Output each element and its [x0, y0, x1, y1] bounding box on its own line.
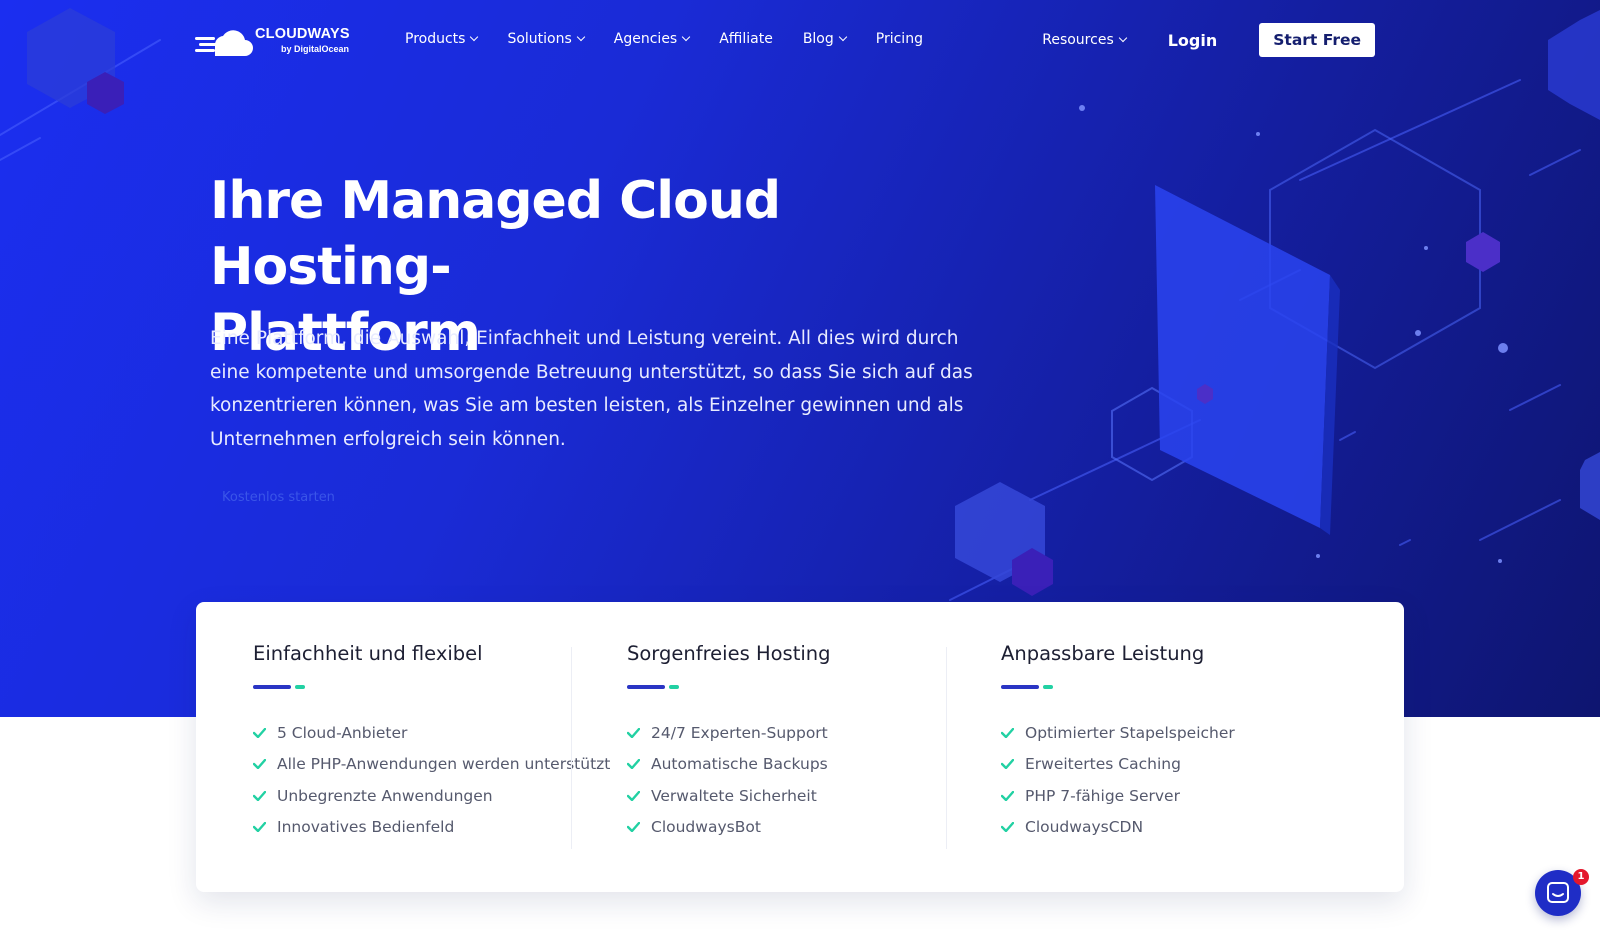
- title-accent: [1001, 685, 1341, 689]
- list-item: CloudwaysCDN: [1001, 812, 1341, 844]
- cloudways-logo[interactable]: CLOUDWAYS by DigitalOcean: [195, 24, 355, 60]
- column-divider: [571, 647, 572, 849]
- resources-menu[interactable]: Resources: [1042, 32, 1127, 48]
- logo-byline: by DigitalOcean: [281, 44, 350, 54]
- top-navigation: CLOUDWAYS by DigitalOcean Products Solut…: [0, 0, 1600, 82]
- nav-item-label: Products: [405, 31, 466, 47]
- hero-subtext: Eine Plattform, die Auswahl, Einfachheit…: [210, 328, 973, 450]
- nav-item-agencies[interactable]: Agencies: [613, 31, 691, 47]
- list-item: CloudwaysBot: [627, 812, 967, 844]
- feature-text: Optimierter Stapelspeicher: [1025, 723, 1235, 742]
- chevron-down-icon: [681, 32, 691, 42]
- feature-text: Erweitertes Caching: [1025, 755, 1181, 774]
- feature-title: Einfachheit und flexibel: [253, 642, 483, 665]
- feature-column-simplicity: Einfachheit und flexibel 5 Cloud-Anbiete…: [253, 642, 610, 844]
- checkmark-icon: [1001, 790, 1014, 801]
- resources-label: Resources: [1042, 32, 1114, 48]
- feature-text: Unbegrenzte Anwendungen: [277, 786, 493, 805]
- list-item: Automatische Backups: [627, 749, 967, 781]
- feature-column-performance: Anpassbare Leistung Optimierter Stapelsp…: [1001, 642, 1341, 843]
- nav-item-blog[interactable]: Blog: [802, 31, 848, 47]
- checkmark-icon: [1001, 727, 1014, 738]
- nav-actions: Resources Login Start Free: [1042, 23, 1375, 57]
- feature-text: CloudwaysCDN: [1025, 818, 1144, 837]
- list-item: 5 Cloud-Anbieter: [253, 717, 593, 749]
- nav-item-label: Pricing: [875, 31, 923, 47]
- nav-item-label: Solutions: [507, 31, 572, 47]
- checkmark-icon: [1001, 759, 1014, 770]
- chat-icon: [1547, 882, 1569, 903]
- feature-text: 5 Cloud-Anbieter: [277, 723, 408, 742]
- list-item: Alle PHP-Anwendungen werden unterstützt: [253, 749, 610, 781]
- list-item: Verwaltete Sicherheit: [627, 780, 967, 812]
- main-menu: Products Solutions Agencies Affiliate Bl…: [405, 31, 953, 47]
- checkmark-icon: [627, 822, 640, 833]
- checkmark-icon: [627, 790, 640, 801]
- start-free-cta[interactable]: Kostenlos starten: [222, 490, 335, 505]
- feature-title: Sorgenfreies Hosting: [627, 642, 831, 665]
- checkmark-icon: [253, 790, 266, 801]
- feature-list: Optimierter Stapelspeicher Erweitertes C…: [1001, 717, 1341, 843]
- chat-notification-badge: 1: [1573, 869, 1589, 885]
- list-item: Innovatives Bedienfeld: [253, 812, 593, 844]
- features-card: Einfachheit und flexibel 5 Cloud-Anbiete…: [196, 602, 1404, 892]
- logo-wordmark: CLOUDWAYS: [255, 26, 350, 42]
- feature-title: Anpassbare Leistung: [1001, 642, 1205, 665]
- checkmark-icon: [253, 822, 266, 833]
- checkmark-icon: [253, 727, 266, 738]
- list-item: Unbegrenzte Anwendungen: [253, 780, 593, 812]
- feature-text: Innovatives Bedienfeld: [277, 818, 455, 837]
- nav-item-affiliate[interactable]: Affiliate: [719, 31, 773, 47]
- nav-item-pricing[interactable]: Pricing: [876, 31, 923, 47]
- headline-line-1: Ihre Managed Cloud Hosting-: [210, 171, 781, 297]
- checkmark-icon: [253, 759, 266, 770]
- nav-item-label: Affiliate: [719, 31, 773, 47]
- feature-text: Verwaltete Sicherheit: [651, 786, 817, 805]
- list-item: PHP 7-fähige Server: [1001, 780, 1341, 812]
- feature-text: Automatische Backups: [651, 755, 828, 774]
- feature-text: CloudwaysBot: [651, 818, 761, 837]
- chevron-down-icon: [1118, 33, 1127, 43]
- nav-item-label: Blog: [802, 31, 834, 47]
- feature-text: Alle PHP-Anwendungen werden unterstützt: [277, 755, 611, 774]
- feature-list: 24/7 Experten-Support Automatische Backu…: [627, 717, 967, 843]
- start-free-button[interactable]: Start Free: [1259, 23, 1375, 57]
- feature-text: 24/7 Experten-Support: [651, 723, 828, 742]
- nav-item-solutions[interactable]: Solutions: [507, 31, 586, 47]
- list-item: Optimierter Stapelspeicher: [1001, 717, 1341, 749]
- feature-text: PHP 7-fähige Server: [1025, 786, 1180, 805]
- title-accent: [253, 685, 593, 689]
- cloud-logo-icon: [195, 30, 253, 56]
- list-item: Erweitertes Caching: [1001, 749, 1341, 781]
- nav-item-products[interactable]: Products: [405, 31, 479, 47]
- feature-column-hosting: Sorgenfreies Hosting 24/7 Experten-Suppo…: [627, 642, 967, 843]
- nav-item-label: Agencies: [613, 31, 678, 47]
- list-item: 24/7 Experten-Support: [627, 717, 967, 749]
- checkmark-icon: [627, 727, 640, 738]
- checkmark-icon: [627, 759, 640, 770]
- chevron-down-icon: [576, 32, 586, 42]
- checkmark-icon: [1001, 822, 1014, 833]
- title-accent: [627, 685, 967, 689]
- column-divider: [946, 647, 947, 849]
- login-link[interactable]: Login: [1168, 31, 1218, 50]
- chevron-down-icon: [470, 32, 479, 42]
- chevron-down-icon: [838, 32, 848, 42]
- feature-list: 5 Cloud-Anbieter Alle PHP-Anwendungen we…: [253, 717, 610, 844]
